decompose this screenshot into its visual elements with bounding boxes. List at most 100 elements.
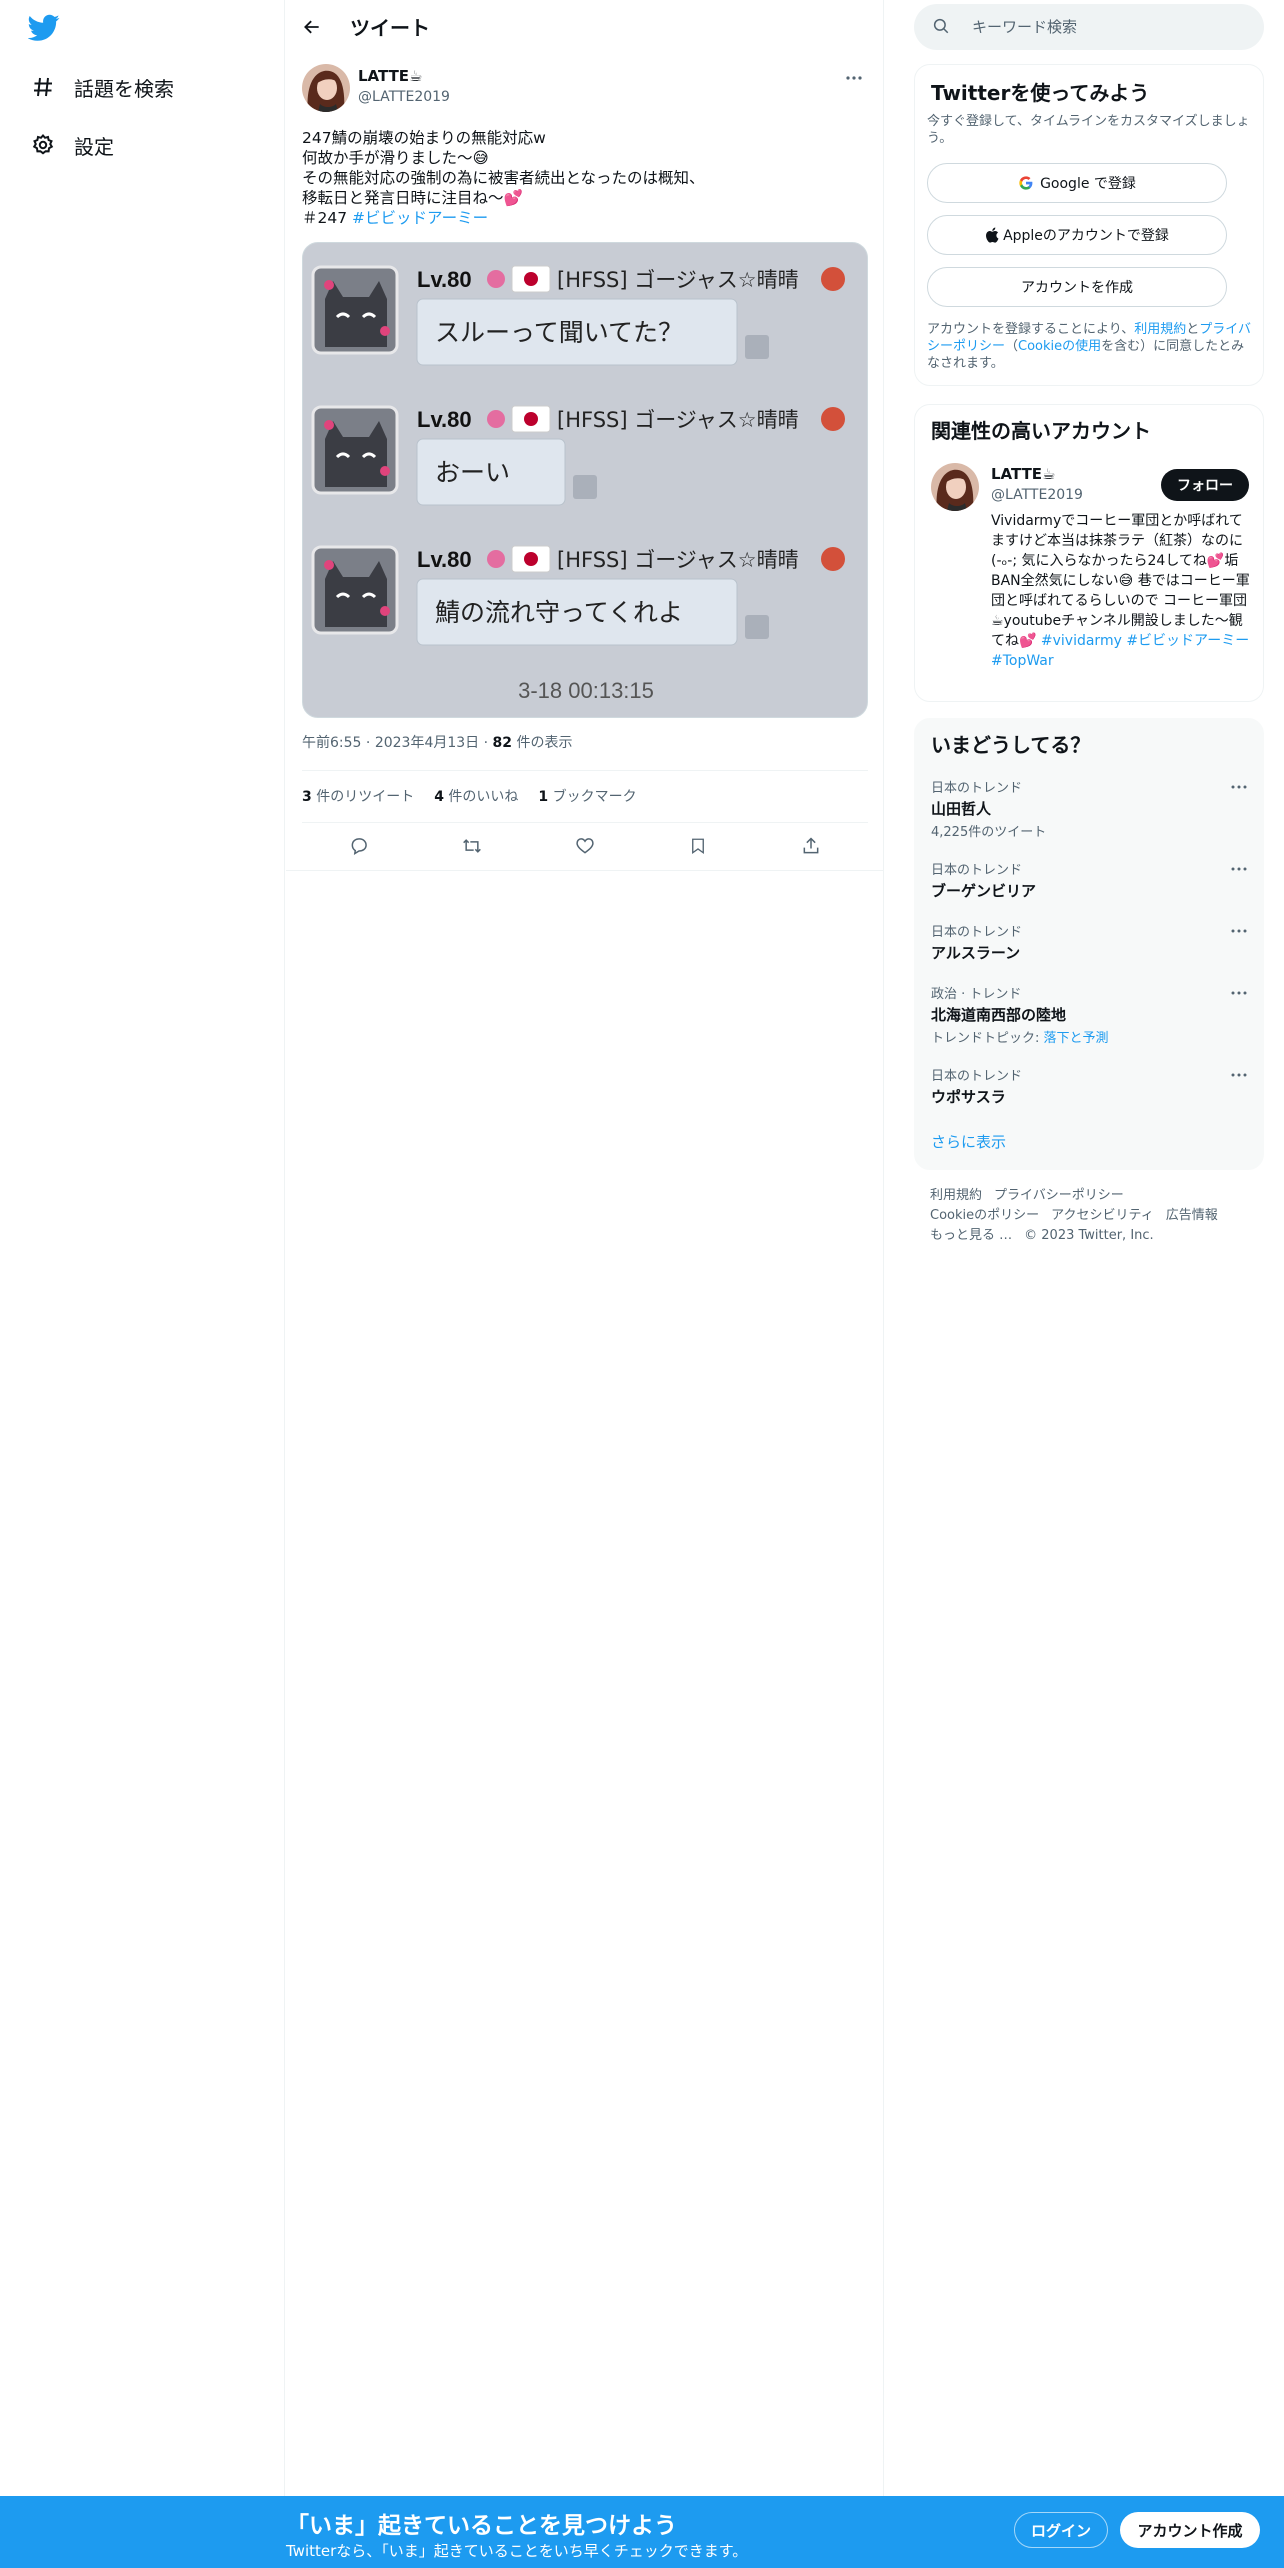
views-label: 件の表示 bbox=[512, 735, 573, 751]
likes-count: 4 bbox=[434, 789, 444, 805]
avatar[interactable] bbox=[931, 463, 979, 511]
divider bbox=[302, 770, 868, 771]
footer-link[interactable]: もっと見る … bbox=[930, 1228, 1012, 1243]
trend-item[interactable]: 日本のトレンド ウポサスラ bbox=[931, 1065, 1251, 1107]
search-icon bbox=[932, 17, 952, 37]
rank-badge-icon bbox=[487, 270, 505, 288]
trend-topic-prefix: トレンドトピック: bbox=[931, 1031, 1044, 1046]
main-column: ツイート LATTE☕ @LATTE2019 247鯖の崩壊の始まりの無能対応w… bbox=[286, 0, 884, 2568]
retweet-icon[interactable] bbox=[454, 828, 490, 864]
heart-icon bbox=[380, 606, 390, 616]
trend-item[interactable]: 日本のトレンド 山田哲人 4,225件のツイート bbox=[931, 777, 1251, 840]
bio-text: Vividarmyでコーヒー軍団とか呼ばれてますけど本当は抹茶ラテ（紅茶）なのに… bbox=[991, 513, 1250, 649]
heart-icon bbox=[324, 560, 334, 570]
nav-item-explore[interactable]: 話題を検索 bbox=[28, 62, 174, 112]
trend-topic: トレンドトピック: 落下と予測 bbox=[931, 1027, 1251, 1046]
trend-topic-link[interactable]: 落下と予測 bbox=[1044, 1031, 1109, 1046]
bookmarks-count: 1 bbox=[538, 789, 549, 805]
translate-icon bbox=[745, 335, 769, 359]
rank-badge-icon bbox=[487, 410, 505, 428]
apple-signup-label: Appleのアカウントで登録 bbox=[1003, 228, 1169, 244]
related-handle[interactable]: @LATTE2019 bbox=[991, 487, 1083, 503]
create-account-button[interactable]: アカウントを作成 bbox=[927, 267, 1227, 307]
likes-stat[interactable]: 4 件のいいね bbox=[434, 786, 518, 806]
guild-emblem-icon bbox=[821, 267, 845, 291]
divider bbox=[302, 822, 868, 823]
more-options-icon[interactable] bbox=[1227, 921, 1251, 941]
signup-card: Twitterを使ってみよう 今すぐ登録して、タイムラインをカスタマイズしましょ… bbox=[914, 64, 1264, 386]
cookie-link[interactable]: Cookieの使用 bbox=[1018, 339, 1101, 354]
flag-sun bbox=[524, 272, 538, 286]
google-signup-button[interactable]: Google で登録 bbox=[927, 163, 1227, 203]
signup-button[interactable]: アカウント作成 bbox=[1120, 2512, 1260, 2548]
apple-icon bbox=[985, 227, 999, 243]
tweet-time[interactable]: 午前6:55 bbox=[302, 735, 361, 751]
chat-username: [HFSS] ゴージャス☆晴晴 bbox=[557, 268, 799, 292]
bio-hashtag[interactable]: #TopWar bbox=[991, 653, 1054, 669]
nav-item-label: 設定 bbox=[74, 134, 114, 159]
likes-label: 件のいいね bbox=[443, 789, 519, 805]
trend-name: アルスラーン bbox=[931, 944, 1021, 962]
trend-item[interactable]: 日本のトレンド アルスラーン bbox=[931, 921, 1251, 963]
footer-link[interactable]: Cookieのポリシー bbox=[930, 1208, 1039, 1223]
trend-context: 日本のトレンド bbox=[931, 863, 1023, 878]
tweet-media-image[interactable]: Lv.80 [HFSS] ゴージャス☆晴晴 スルーって聞いてた？ Lv.80 [HFSS… bbox=[302, 242, 868, 718]
trend-item[interactable]: 政治 · トレンド 北海道南西部の陸地 トレンドトピック: 落下と予測 bbox=[931, 983, 1251, 1046]
trend-item[interactable]: 日本のトレンド ブーゲンビリア bbox=[931, 859, 1251, 901]
gear-icon bbox=[28, 130, 58, 160]
nav-item-settings[interactable]: 設定 bbox=[28, 120, 114, 170]
trend-count: 4,225件のツイート bbox=[931, 825, 1047, 840]
follow-button[interactable]: フォロー bbox=[1161, 469, 1249, 501]
more-options-icon[interactable] bbox=[840, 64, 868, 92]
retweets-label: 件のリツイート bbox=[311, 789, 415, 805]
trend-context: 日本のトレンド bbox=[931, 925, 1023, 940]
footer-link[interactable]: アクセシビリティ bbox=[1051, 1208, 1154, 1223]
trend-name: ウポサスラ bbox=[931, 1088, 1006, 1106]
chat-username: [HFSS] ゴージャス☆晴晴 bbox=[557, 408, 799, 432]
chat-timestamp: 3-18 00:13:15 bbox=[518, 678, 654, 703]
footer-link[interactable]: 広告情報 bbox=[1166, 1208, 1218, 1223]
show-more-link[interactable]: さらに表示 bbox=[931, 1131, 1006, 1152]
trend-context: 日本のトレンド bbox=[931, 1069, 1023, 1084]
tweet-text: 247鯖の崩壊の始まりの無能対応w 何故か手が滑りました〜😅 その無能対応の強制… bbox=[302, 128, 862, 228]
reply-icon[interactable] bbox=[341, 828, 377, 864]
author-name[interactable]: LATTE☕ bbox=[358, 67, 423, 85]
terms-link[interactable]: 利用規約 bbox=[1134, 322, 1186, 337]
chat-screenshot: Lv.80 [HFSS] ゴージャス☆晴晴スルーって聞いてた？Lv.80 [HFSS… bbox=[311, 265, 845, 703]
hashtag-icon bbox=[28, 72, 58, 102]
avatar[interactable] bbox=[302, 64, 350, 112]
copyright: © 2023 Twitter, Inc. bbox=[1024, 1228, 1154, 1243]
more-options-icon[interactable] bbox=[1227, 1065, 1251, 1085]
tweet-line: 何故か手が滑りました〜😅 bbox=[302, 149, 489, 167]
flag-sun bbox=[524, 412, 538, 426]
more-options-icon[interactable] bbox=[1227, 983, 1251, 1003]
tweet-line: 247鯖の崩壊の始まりの無能対応w bbox=[302, 129, 546, 147]
more-options-icon[interactable] bbox=[1227, 777, 1251, 797]
more-options-icon[interactable] bbox=[1227, 859, 1251, 879]
bookmarks-stat[interactable]: 1 ブックマーク bbox=[538, 786, 636, 806]
hashtag-link[interactable]: #ビビッドアーミー bbox=[352, 209, 488, 227]
google-signup-label: Google で登録 bbox=[1040, 176, 1136, 192]
trend-name: 山田哲人 bbox=[931, 800, 992, 818]
share-icon[interactable] bbox=[793, 828, 829, 864]
footer-link[interactable]: 利用規約 bbox=[930, 1188, 982, 1203]
footer-link[interactable]: プライバシーポリシー bbox=[994, 1188, 1124, 1203]
tweet-date[interactable]: 2023年4月13日 bbox=[375, 735, 479, 751]
apple-signup-button[interactable]: Appleのアカウントで登録 bbox=[927, 215, 1227, 255]
search-box[interactable] bbox=[914, 4, 1264, 50]
search-input[interactable] bbox=[972, 18, 1232, 36]
twitter-logo-icon[interactable] bbox=[27, 14, 64, 44]
bio-hashtag[interactable]: #ビビッドアーミー bbox=[1126, 633, 1249, 649]
page-header: ツイート bbox=[286, 0, 884, 53]
related-accounts-card: 関連性の高いアカウント LATTE☕ @LATTE2019 フォロー Vivid… bbox=[914, 404, 1264, 702]
retweets-stat[interactable]: 3 件のリツイート bbox=[302, 786, 414, 806]
legal-and: と bbox=[1186, 322, 1200, 337]
chat-level: Lv.80 bbox=[417, 547, 472, 572]
author-handle[interactable]: @LATTE2019 bbox=[358, 89, 450, 105]
back-arrow-icon[interactable] bbox=[294, 9, 330, 45]
like-heart-icon[interactable] bbox=[567, 828, 603, 864]
bio-hashtag[interactable]: #vividarmy bbox=[1041, 633, 1122, 649]
login-button[interactable]: ログイン bbox=[1014, 2512, 1108, 2548]
related-name[interactable]: LATTE☕ bbox=[991, 465, 1056, 483]
bookmark-icon[interactable] bbox=[680, 828, 716, 864]
